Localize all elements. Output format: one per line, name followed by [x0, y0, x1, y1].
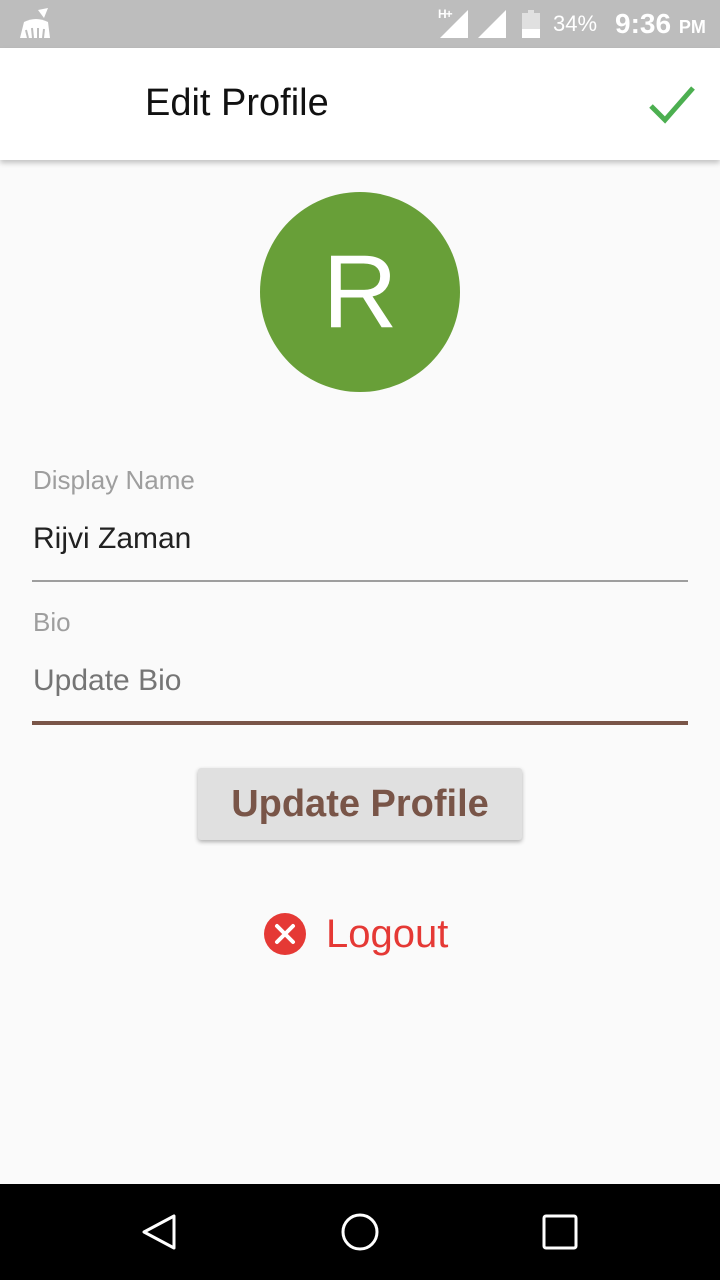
battery-percent: 34%	[553, 11, 598, 36]
clock-ampm: PM	[678, 17, 706, 37]
display-name-input[interactable]	[33, 514, 688, 564]
clock-time: 9:36	[615, 8, 672, 39]
display-name-label: Display Name	[33, 465, 195, 495]
battery-icon	[522, 10, 540, 38]
avatar-initial: R	[322, 233, 398, 350]
cleaner-icon	[20, 8, 50, 39]
status-bar: H+ 34% 9:36 PM	[0, 0, 720, 48]
app-bar: Edit Profile	[0, 48, 720, 160]
close-circle-icon	[264, 913, 306, 955]
recents-icon[interactable]	[540, 1212, 580, 1252]
logout-button[interactable]: Logout	[264, 908, 448, 960]
signal-icon	[440, 10, 468, 38]
display-name-underline	[32, 580, 688, 582]
back-icon[interactable]	[140, 1212, 180, 1252]
update-profile-button[interactable]: Update Profile	[198, 768, 522, 840]
signal-icon	[478, 10, 506, 38]
avatar[interactable]: R	[260, 192, 460, 392]
logout-label: Logout	[326, 911, 449, 956]
check-icon[interactable]	[646, 80, 698, 128]
bio-input[interactable]	[33, 656, 688, 706]
navigation-bar	[0, 1184, 720, 1280]
home-icon[interactable]	[340, 1212, 380, 1252]
page-title: Edit Profile	[145, 82, 329, 124]
bio-underline	[32, 721, 688, 725]
bio-label: Bio	[33, 607, 71, 637]
clock: 9:36 PM	[615, 8, 706, 40]
